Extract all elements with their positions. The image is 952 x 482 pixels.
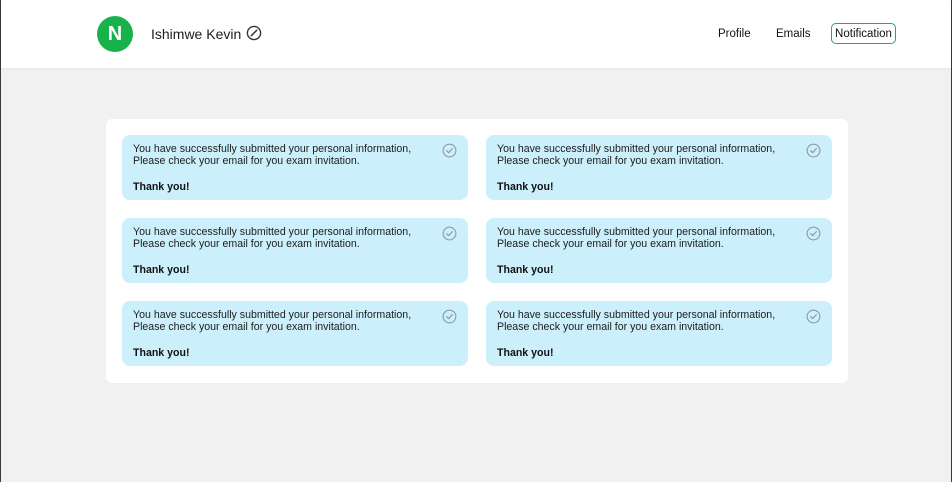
edit-icon[interactable] — [246, 25, 262, 41]
notification-card[interactable]: You have successfully submitted your per… — [122, 301, 468, 366]
notification-thanks: Thank you! — [497, 181, 554, 193]
notification-card[interactable]: You have successfully submitted your per… — [486, 301, 832, 366]
notification-message: You have successfully submitted your per… — [497, 143, 776, 167]
avatar[interactable]: N — [97, 16, 133, 52]
check-circle-icon — [806, 309, 821, 324]
notification-thanks: Thank you! — [133, 181, 190, 193]
check-circle-icon — [442, 309, 457, 324]
notification-card[interactable]: You have successfully submitted your per… — [122, 135, 468, 200]
notification-message: You have successfully submitted your per… — [497, 226, 776, 250]
page: N Ishimwe Kevin Profile Emails Notificat… — [0, 0, 952, 482]
notification-card[interactable]: You have successfully submitted your per… — [486, 135, 832, 200]
notification-thanks: Thank you! — [133, 264, 190, 276]
top-header: N Ishimwe Kevin Profile Emails Notificat… — [1, 0, 951, 68]
check-circle-icon — [806, 143, 821, 158]
notifications-panel: You have successfully submitted your per… — [106, 119, 848, 383]
notification-message: You have successfully submitted your per… — [133, 226, 412, 250]
notification-thanks: Thank you! — [497, 264, 554, 276]
user-name: Ishimwe Kevin — [151, 26, 242, 42]
check-circle-icon — [806, 226, 821, 241]
notification-message: You have successfully submitted your per… — [497, 309, 776, 333]
notification-thanks: Thank you! — [133, 347, 190, 359]
notification-message: You have successfully submitted your per… — [133, 309, 412, 333]
check-circle-icon — [442, 226, 457, 241]
notification-thanks: Thank you! — [497, 347, 554, 359]
nav-notification-link[interactable]: Notification — [831, 23, 896, 44]
check-circle-icon — [442, 143, 457, 158]
nav-profile-link[interactable]: Profile — [718, 23, 751, 44]
notification-message: You have successfully submitted your per… — [133, 143, 412, 167]
notification-card[interactable]: You have successfully submitted your per… — [122, 218, 468, 283]
notification-card[interactable]: You have successfully submitted your per… — [486, 218, 832, 283]
nav-emails-link[interactable]: Emails — [776, 23, 811, 44]
